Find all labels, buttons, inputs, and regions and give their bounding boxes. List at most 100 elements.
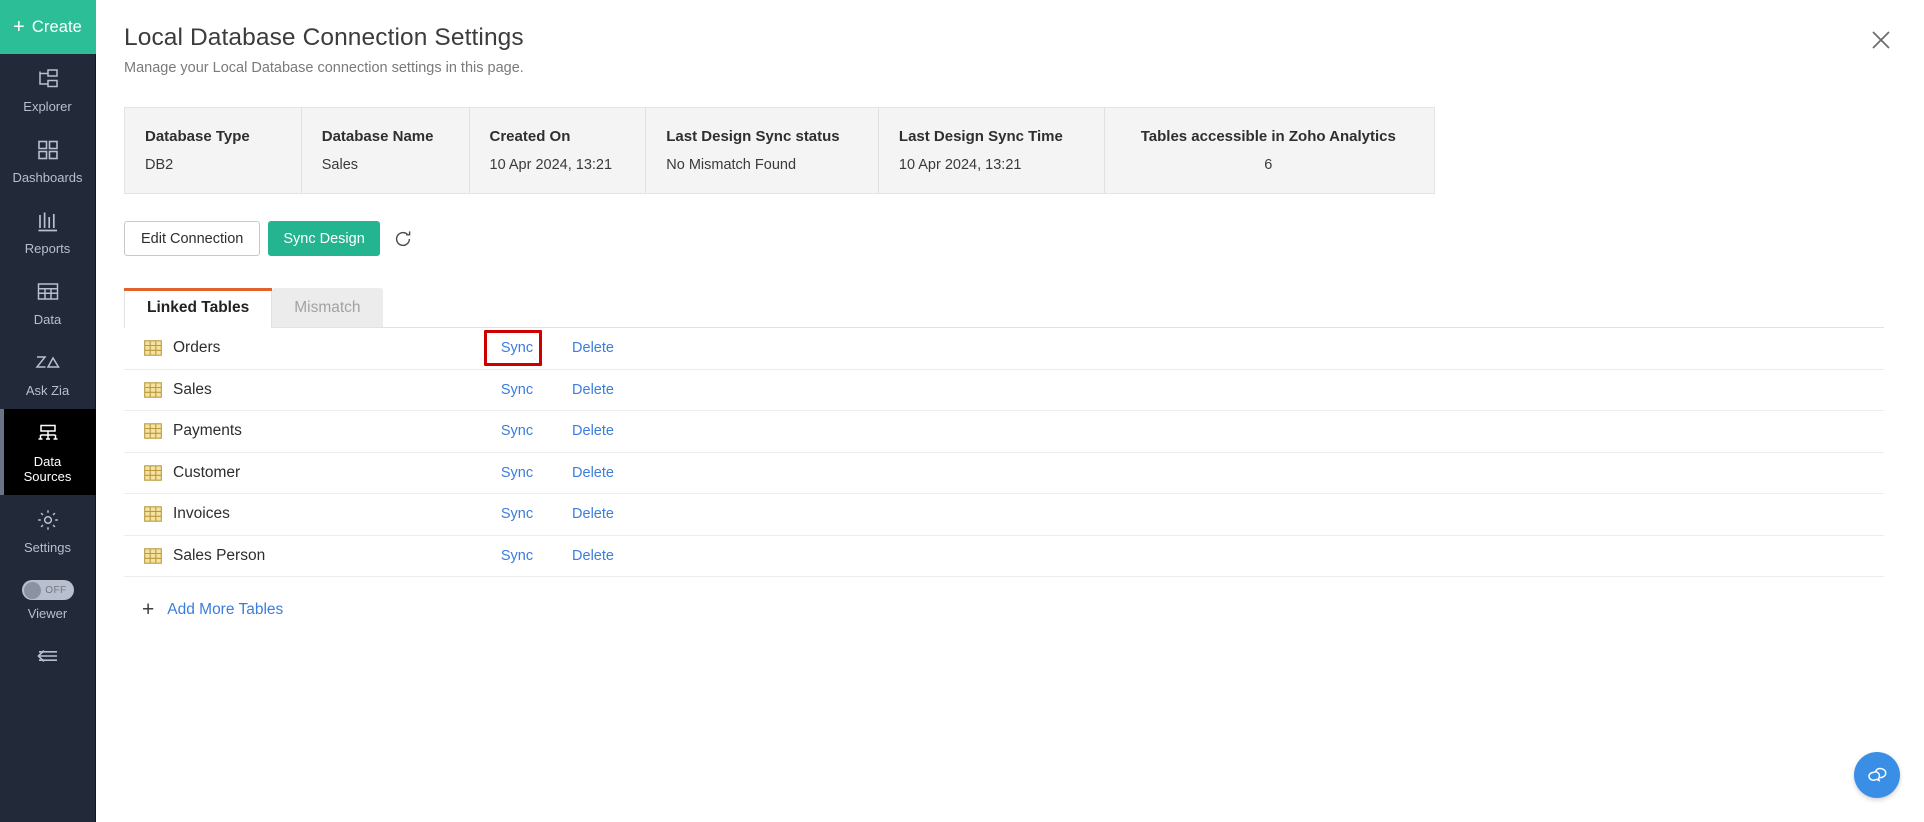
table-icon [144,422,162,440]
sync-link[interactable]: Sync [490,465,544,481]
row-actions: Sync Delete [490,465,624,481]
create-button-label: Create [31,17,82,36]
column-header: Created On [489,128,571,145]
sidebar-item-explorer[interactable]: Explorer [0,54,96,125]
delete-link[interactable]: Delete [562,340,624,356]
column-value: 10 Apr 2024, 13:21 [898,157,1022,173]
table-icon [144,505,162,523]
row-actions: Sync Delete [490,506,624,522]
table-name: Sales [173,380,212,398]
table-row: Invoices Sync Delete [124,494,1884,536]
explorer-icon [35,66,61,92]
table-row: Customer Sync Delete [124,453,1884,494]
column-header: Last Design Sync Time [898,128,1063,145]
delete-link[interactable]: Delete [562,382,624,398]
sidebar-item-dashboards[interactable]: Dashboards [0,125,96,196]
info-column-last-design-sync-time: Last Design Sync Time 10 Apr 2024, 13:21 [879,108,1105,193]
row-actions: Sync Delete [490,340,624,356]
create-button[interactable]: + Create [0,0,96,54]
table-name-cell: Invoices [124,505,484,523]
sidebar-item-data[interactable]: Data [0,267,96,338]
table-icon [144,464,162,482]
column-header: Last Design Sync status [666,128,840,145]
sidebar-item-settings[interactable]: Settings [0,495,96,566]
sidebar-item-data-sources[interactable]: Data Sources [0,409,96,495]
sidebar-item-ask-zia[interactable]: Ask Zia [0,338,96,409]
plus-icon: + [13,15,25,38]
viewer-toggle-switch[interactable]: OFF [21,580,74,600]
delete-link[interactable]: Delete [562,423,624,439]
sync-link[interactable]: Sync [490,382,544,398]
delete-link[interactable]: Delete [562,548,624,564]
table-icon [144,381,162,399]
tab-mismatch[interactable]: Mismatch [272,288,383,328]
sidebar-item-reports[interactable]: Reports [0,196,96,267]
tab-label: Linked Tables [147,299,250,316]
delete-link[interactable]: Delete [562,465,624,481]
tab-underline [124,327,1884,328]
sidebar-item-label: Data [33,312,62,327]
data-sources-icon [35,421,61,447]
edit-connection-button[interactable]: Edit Connection [124,221,261,256]
sidebar-item-label: Dashboards [12,170,83,185]
table-row: Orders Sync Delete [124,328,1884,370]
tab-bar: Linked Tables Mismatch [124,288,1884,328]
table-icon [144,547,162,565]
viewer-toggle[interactable]: OFF Viewer [21,580,74,621]
connection-info-table: Database Type DB2 Database Name Sales Cr… [124,107,1435,194]
column-header: Database Type [145,128,250,145]
table-name-cell: Sales [124,381,484,399]
sidebar-item-label: Ask Zia [25,383,70,398]
table-row: Sales Sync Delete [124,370,1884,411]
info-column-database-name: Database Name Sales [302,108,470,193]
viewer-label: Viewer [27,606,68,621]
table-name: Payments [173,422,242,440]
row-actions: Sync Delete [490,382,624,398]
left-sidebar: + Create Explorer Dashboards Reports Dat… [0,0,96,822]
table-name: Invoices [173,505,230,523]
table-name-cell: Sales Person [124,547,484,565]
column-value: No Mismatch Found [666,157,797,173]
main-panel: Local Database Connection Settings Manag… [96,0,1924,822]
column-value: 6 [1264,157,1273,173]
sync-design-button[interactable]: Sync Design [268,221,380,256]
sidebar-item-label: Explorer [23,99,72,114]
tab-label: Mismatch [294,299,361,316]
sidebar-item-label-line2: Sources [23,469,72,484]
chat-bubble-icon[interactable] [1854,752,1900,798]
info-column-database-type: Database Type DB2 [125,108,302,193]
sync-link[interactable]: Sync [490,506,544,522]
plus-icon: + [142,598,155,621]
info-column-last-design-sync-status: Last Design Sync status No Mismatch Foun… [646,108,879,193]
sidebar-item-label-line1: Data [33,454,62,469]
table-row: Sales Person Sync Delete [124,536,1884,577]
column-value: 10 Apr 2024, 13:21 [489,157,613,173]
close-icon[interactable] [1868,27,1894,53]
dashboards-icon [35,137,61,163]
collapse-left-icon[interactable] [28,641,68,671]
table-row: Payments Sync Delete [124,411,1884,453]
page-header: Local Database Connection Settings Manag… [96,0,1924,78]
linked-tables-list: Orders Sync Delete Sales Sync Delete Pay… [124,328,1884,577]
add-more-tables-label: Add More Tables [167,600,284,618]
tab-linked-tables[interactable]: Linked Tables [124,288,273,328]
app-root: + Create Explorer Dashboards Reports Dat… [0,0,1924,822]
column-header: Database Name [321,128,434,145]
table-name-cell: Orders [124,339,484,357]
table-name: Sales Person [173,546,266,564]
viewer-toggle-state: OFF [45,584,67,596]
data-icon [35,279,61,305]
table-name-cell: Payments [124,422,484,440]
add-more-tables-button[interactable]: + Add More Tables [142,599,283,620]
sidebar-item-label: Settings [24,540,71,555]
table-name: Orders [173,339,221,357]
sync-link[interactable]: Sync [490,340,544,356]
sync-link[interactable]: Sync [490,548,544,564]
refresh-icon[interactable] [392,228,414,250]
sync-link[interactable]: Sync [490,423,544,439]
column-value: Sales [321,157,359,173]
delete-link[interactable]: Delete [562,506,624,522]
info-column-tables-accessible: Tables accessible in Zoho Analytics 6 [1105,108,1434,193]
toggle-knob [23,581,41,599]
page-title: Local Database Connection Settings [124,24,524,51]
